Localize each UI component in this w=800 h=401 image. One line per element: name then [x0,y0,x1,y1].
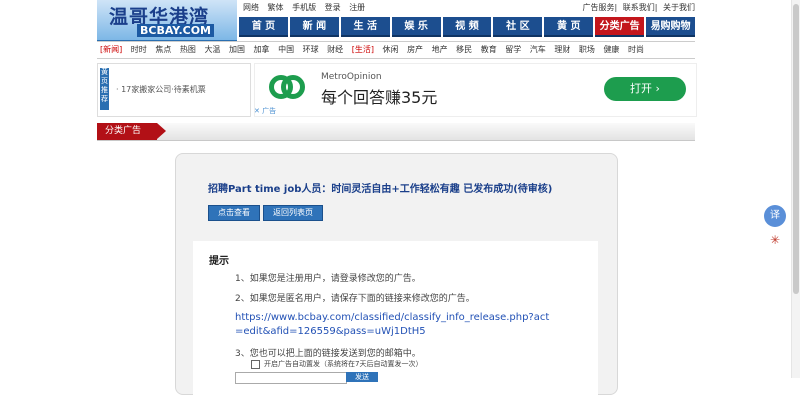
subnav-item[interactable]: [新闻] [100,45,122,54]
notice-box: 提示 1、如果您是注册用户，请登录修改您的广告。 2、如果您是匿名用户，请保存下… [193,241,598,401]
link-ad-service[interactable]: 广告服务 [583,3,615,12]
ad-tag: 黄页推荐 [100,68,109,110]
top-links: 网络 繁体 手机版 登录 注册 [243,2,371,13]
link-about[interactable]: 关于我们 [663,3,695,12]
top-link[interactable]: 注册 [349,3,365,12]
subnav-item[interactable]: 加国 [229,45,245,54]
result-panel: 招聘Part time job人员：时间灵活自由+工作轻松有趣 已发布成功(待审… [175,153,618,401]
section-tag: 分类广告 [97,123,166,140]
ad-brand: MetroOpinion [321,72,382,82]
subnav-item[interactable]: 大温 [204,45,220,54]
subnav-item[interactable]: 教育 [481,45,497,54]
subnav-item[interactable]: 健康 [603,45,619,54]
send-button[interactable]: 发送 [346,372,378,382]
main-nav: 首 页 新 闻 生 活 娱 乐 视 频 社 区 黄 页 分类广告 易购购物 [239,17,696,37]
edit-link[interactable]: https://www.bcbay.com/classified/classif… [235,311,555,339]
subnav-item[interactable]: 职场 [579,45,595,54]
subnav-item[interactable]: 休闲 [383,45,399,54]
subnav-item[interactable]: 热图 [180,45,196,54]
nav-news[interactable]: 新 闻 [289,17,339,37]
subnav-item[interactable]: 焦点 [155,45,171,54]
subnav-item[interactable]: 地产 [432,45,448,54]
page: 温哥华港湾 BCBAY.COM 网络 繁体 手机版 登录 注册 广告服务| 联系… [97,0,697,401]
scrollbar[interactable] [791,0,800,378]
notice-item: 2、如果您是匿名用户，请保存下面的链接来修改您的广告。 [235,294,475,304]
top-link[interactable]: 手机版 [292,3,316,12]
subnav-item[interactable]: 理财 [554,45,570,54]
ad-banner[interactable]: MetroOpinion 每个回答赚35元 打开 › [254,63,697,117]
subnav-item[interactable]: 时尚 [628,45,644,54]
nav-shopping[interactable]: 易购购物 [646,17,696,37]
ad-text[interactable]: · 17家搬家公司·待素机票 [116,84,206,95]
extension-icon[interactable]: ✳ [764,229,786,251]
top-link[interactable]: 登录 [325,3,341,12]
email-field[interactable] [235,372,347,384]
nav-home[interactable]: 首 页 [239,17,288,37]
subnav-item[interactable]: 加拿 [254,45,270,54]
top-link[interactable]: 繁体 [268,3,284,12]
auto-repost-checkbox[interactable]: 开启广告自动置发（系统将在7天后自动置发一次） [251,359,422,369]
section-bar: 分类广告 [97,123,695,141]
nav-yellow-pages[interactable]: 黄 页 [544,17,594,37]
notice-heading: 提示 [209,256,229,267]
subnav-item[interactable]: 汽车 [530,45,546,54]
subnav-item[interactable]: 中国 [278,45,294,54]
notice-item: 1、如果您是注册用户，请登录修改您的广告。 [235,274,421,284]
nav-entertainment[interactable]: 娱 乐 [391,17,441,37]
nav-video[interactable]: 视 频 [442,17,492,37]
nav-life[interactable]: 生 活 [340,17,390,37]
ad-slogan: 每个回答赚35元 [321,88,438,107]
subnav-item[interactable]: 留学 [505,45,521,54]
notice-item: 3、您也可以把上面的链接发送到您的邮箱中。 [235,349,421,359]
sub-nav: [新闻] 时时 焦点 热图 大温 加国 加拿 中国 环球 财经 [生活] 休闲 … [97,41,695,59]
subnav-item[interactable]: 时时 [131,45,147,54]
scrollbar-thumb[interactable] [793,4,799,294]
subnav-item[interactable]: 移民 [456,45,472,54]
ad-close-icon[interactable]: ✕ 广告 [254,106,276,116]
view-button[interactable]: 点击查看 [208,205,260,221]
site-logo[interactable]: 温哥华港湾 BCBAY.COM [97,0,237,42]
nav-community[interactable]: 社 区 [493,17,543,37]
checkbox-label: 开启广告自动置发（系统将在7天后自动置发一次） [264,360,423,368]
link-contact[interactable]: 联系我们 [623,3,655,12]
page-title: 招聘Part time job人员：时间灵活自由+工作轻松有趣 已发布成功(待审… [208,184,553,195]
back-to-list-button[interactable]: 返回列表页 [263,205,323,221]
subnav-item[interactable]: 房产 [407,45,423,54]
subnav-item[interactable]: 财经 [327,45,343,54]
logo-domain: BCBAY.COM [137,24,214,37]
subnav-item[interactable]: [生活] [352,45,374,54]
nav-classified[interactable]: 分类广告 [595,17,645,37]
right-links: 广告服务| 联系我们| 关于我们 [582,3,696,12]
subnav-item[interactable]: 环球 [303,45,319,54]
ad-open-button[interactable]: 打开 › [604,77,686,101]
translate-icon[interactable]: 译 [764,205,786,227]
yellow-page-ad[interactable]: 黄页推荐 · 17家搬家公司·待素机票 [97,63,251,117]
brand-logo-icon [281,75,305,99]
top-link[interactable]: 网络 [243,3,259,12]
checkbox-icon[interactable] [251,359,260,369]
